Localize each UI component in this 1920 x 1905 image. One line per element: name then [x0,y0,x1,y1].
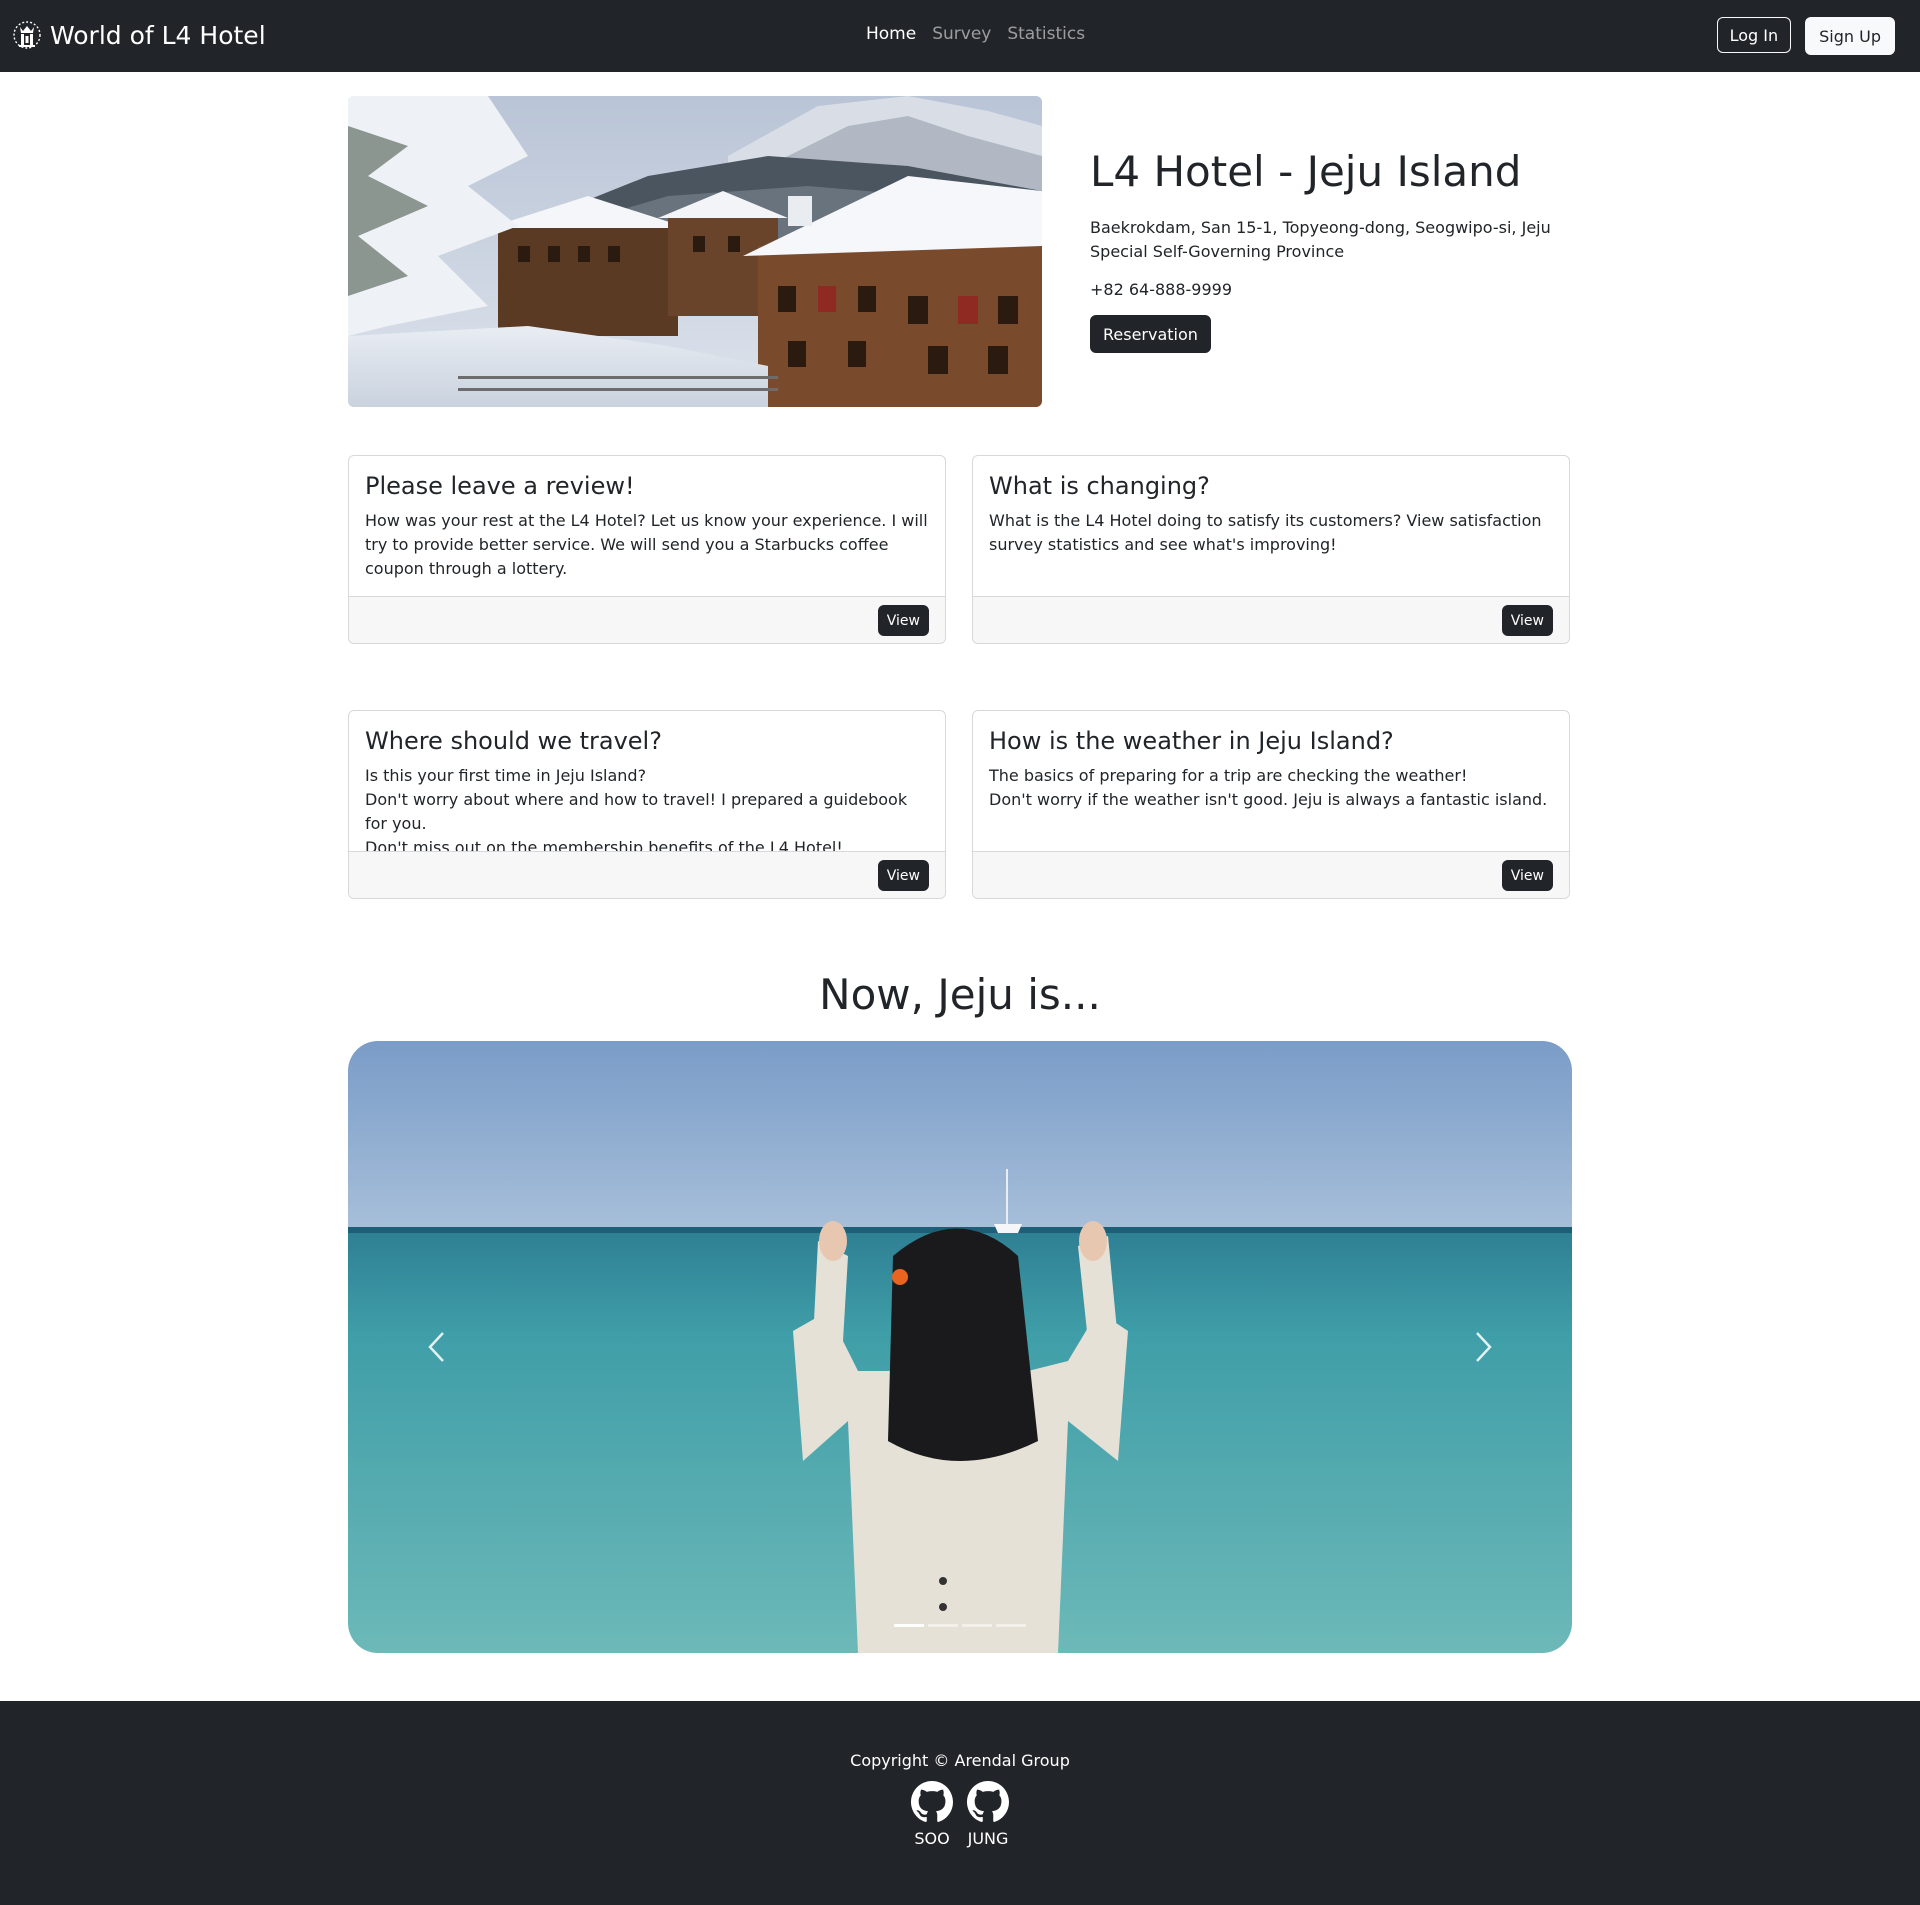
card-text: How was your rest at the L4 Hotel? Let u… [365,510,928,578]
card-footer: View [973,596,1569,643]
auth-buttons: Log In Sign Up [1716,17,1895,55]
carousel-indicator[interactable] [996,1624,1026,1627]
hotel-phone: +82 64-888-9999 [1090,280,1233,300]
card-text-line: Is this your first time in Jeju Island? [365,765,647,785]
carousel-indicator[interactable] [962,1624,992,1627]
brand-name: World of L4 Hotel [50,20,266,50]
top-navbar: World of L4 Hotel Home Survey Statistics… [0,0,1920,72]
snowy-village-illustration [348,96,1042,407]
carousel-prev-button[interactable] [396,1307,476,1387]
changes-card: What is changing? What is the L4 Hotel d… [972,455,1570,644]
card-text: What is the L4 Hotel doing to satisfy it… [989,510,1542,554]
jeju-section-title: Now, Jeju is... [819,970,1101,1019]
github-link-jung[interactable]: JUNG [967,1781,1009,1848]
page-footer: Copyright © Arendal Group SOO JUNG [0,1701,1920,1905]
card-footer: View [349,596,945,643]
review-card: Please leave a review! How was your rest… [348,455,946,644]
carousel-next-button[interactable] [1444,1307,1524,1387]
github-name: SOO [914,1829,950,1848]
reservation-button[interactable]: Reservation [1090,315,1211,354]
weather-card: How is the weather in Jeju Island? The b… [972,710,1570,899]
card-title: How is the weather in Jeju Island? [989,727,1394,755]
card-text: The basics of preparing for a trip are c… [989,764,1553,812]
nav-home-link[interactable]: Home [866,24,916,44]
travel-card: Where should we travel? Is this your fir… [348,710,946,899]
view-button[interactable]: View [1501,860,1553,891]
hotel-info: L4 Hotel - Jeju Island Baekrokdam, San 1… [1090,147,1590,354]
view-button[interactable]: View [1501,605,1553,636]
card-title: Where should we travel? [365,727,662,755]
card-title: Please leave a review! [365,472,635,500]
card-footer: View [349,851,945,898]
card-text-line: Don't worry if the weather isn't good. J… [989,789,1548,809]
card-text-line: Don't worry about where and how to trave… [365,789,908,833]
view-button[interactable]: View [877,860,929,891]
brand-link[interactable]: World of L4 Hotel [12,18,266,52]
view-button[interactable]: View [877,605,929,636]
github-name: JUNG [967,1829,1009,1848]
carousel-indicator[interactable] [928,1624,958,1627]
login-button[interactable]: Log In [1716,17,1792,53]
github-link-soo[interactable]: SOO [911,1781,953,1848]
hotel-address: Baekrokdam, San 15-1, Topyeong-dong, Seo… [1090,218,1551,262]
woman-at-sea-photo [348,1041,1572,1653]
copyright-text: Copyright © Arendal Group [850,1751,1070,1770]
github-links: SOO JUNG [0,1781,1920,1848]
hero-image-snowy-village [348,96,1042,407]
chevron-right-icon [1476,1332,1492,1362]
crown-crest-icon [13,21,41,49]
carousel-indicators [348,1624,1572,1627]
github-icon [911,1781,953,1822]
jeju-photo-carousel[interactable] [348,1041,1572,1653]
card-text: Is this your first time in Jeju Island? … [365,764,929,860]
github-icon [967,1781,1009,1822]
card-footer: View [973,851,1569,898]
nav-statistics-link[interactable]: Statistics [1007,24,1085,44]
card-title: What is changing? [989,472,1210,500]
card-text-line: The basics of preparing for a trip are c… [989,765,1468,785]
main-nav: Home Survey Statistics [866,24,1085,44]
hotel-title: L4 Hotel - Jeju Island [1090,147,1522,196]
nav-survey-link[interactable]: Survey [932,24,991,44]
chevron-left-icon [428,1332,444,1362]
carousel-indicator[interactable] [894,1624,924,1627]
signup-button[interactable]: Sign Up [1805,17,1895,55]
